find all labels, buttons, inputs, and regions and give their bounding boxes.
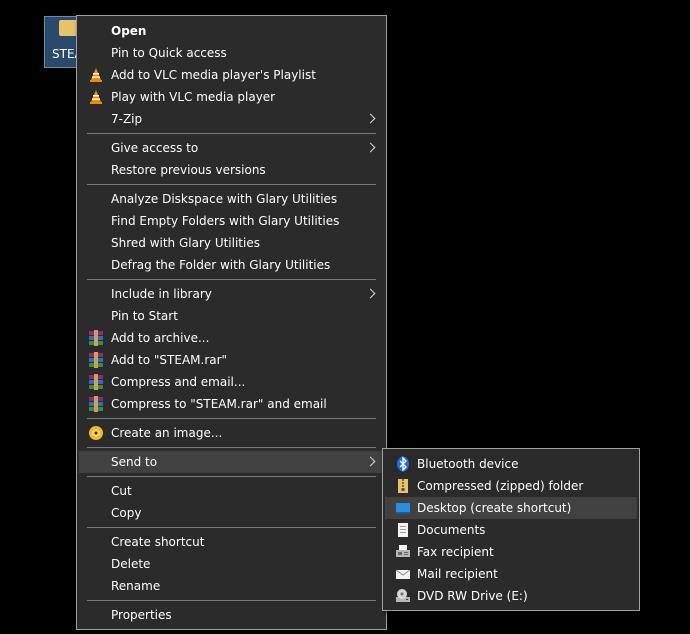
mail-icon: [395, 566, 411, 582]
menu-item-label: Compress and email...: [111, 375, 246, 389]
menu-item-glary-find-empty[interactable]: Find Empty Folders with Glary Utilities: [79, 210, 384, 232]
menu-item-delete[interactable]: Delete: [79, 553, 384, 575]
menu-item-label: Properties: [111, 608, 172, 622]
menu-item-label: Find Empty Folders with Glary Utilities: [111, 214, 340, 228]
chevron-right-icon: [365, 456, 376, 467]
menu-item-add-archive[interactable]: Add to archive...: [79, 327, 384, 349]
submenu-item-label: Mail recipient: [417, 567, 498, 581]
menu-item-label: Create shortcut: [111, 535, 205, 549]
zip-folder-icon: [395, 478, 411, 494]
chevron-right-icon: [365, 142, 376, 153]
submenu-item-label: Bluetooth device: [417, 457, 519, 471]
send-to-desktop[interactable]: Desktop (create shortcut): [385, 497, 637, 519]
menu-separator: [87, 476, 376, 477]
menu-separator: [87, 447, 376, 448]
menu-item-label: Play with VLC media player: [111, 90, 276, 104]
menu-separator: [87, 133, 376, 134]
menu-item-label: Add to archive...: [111, 331, 210, 345]
menu-item-label: Restore previous versions: [111, 163, 266, 177]
menu-item-label: 7-Zip: [111, 112, 143, 126]
menu-item-vlc-playlist[interactable]: Add to VLC media player's Playlist: [79, 64, 384, 86]
menu-separator: [87, 184, 376, 185]
menu-separator: [87, 418, 376, 419]
menu-item-label: Compress to "STEAM.rar" and email: [111, 397, 327, 411]
menu-item-compress-steam-email[interactable]: Compress to "STEAM.rar" and email: [79, 393, 384, 415]
menu-item-label: Add to "STEAM.rar": [111, 353, 228, 367]
winrar-icon: [88, 374, 104, 390]
submenu-item-label: Compressed (zipped) folder: [417, 479, 584, 493]
menu-item-label: Analyze Diskspace with Glary Utilities: [111, 192, 338, 206]
menu-item-rename[interactable]: Rename: [79, 575, 384, 597]
menu-item-label: Pin to Start: [111, 309, 178, 323]
send-to-fax[interactable]: Fax recipient: [385, 541, 637, 563]
menu-item-compress-email[interactable]: Compress and email...: [79, 371, 384, 393]
menu-item-label: Pin to Quick access: [111, 46, 227, 60]
menu-item-pin-start[interactable]: Pin to Start: [79, 305, 384, 327]
menu-item-label: Delete: [111, 557, 151, 571]
send-to-bluetooth[interactable]: Bluetooth device: [385, 453, 637, 475]
vlc-cone-icon: [88, 89, 104, 105]
winrar-icon: [88, 330, 104, 346]
menu-item-properties[interactable]: Properties: [79, 604, 384, 626]
fax-icon: [395, 544, 411, 560]
menu-item-label: Shred with Glary Utilities: [111, 236, 260, 250]
send-to-dvd-drive[interactable]: DVD RW Drive (E:): [385, 585, 637, 607]
menu-item-label: Include in library: [111, 287, 212, 301]
send-to-submenu: Bluetooth device Compressed (zipped) fol…: [382, 448, 640, 611]
menu-item-pin-quick-access[interactable]: Pin to Quick access: [79, 42, 384, 64]
menu-item-label: Copy: [111, 506, 142, 520]
menu-item-label: Open: [111, 24, 147, 38]
vlc-cone-icon: [88, 67, 104, 83]
submenu-item-label: Desktop (create shortcut): [417, 501, 572, 515]
menu-item-open[interactable]: Open: [79, 20, 384, 42]
menu-item-glary-shred[interactable]: Shred with Glary Utilities: [79, 232, 384, 254]
menu-separator: [87, 600, 376, 601]
dvd-drive-icon: [395, 588, 411, 604]
submenu-item-label: Documents: [417, 523, 486, 537]
menu-item-7zip[interactable]: 7-Zip: [79, 108, 384, 130]
winrar-icon: [88, 396, 104, 412]
submenu-item-label: DVD RW Drive (E:): [417, 589, 528, 603]
menu-item-send-to[interactable]: Send to: [79, 451, 384, 473]
menu-item-create-image[interactable]: Create an image...: [79, 422, 384, 444]
submenu-item-label: Fax recipient: [417, 545, 494, 559]
send-to-compressed-folder[interactable]: Compressed (zipped) folder: [385, 475, 637, 497]
context-menu: Open Pin to Quick access Add to VLC medi…: [76, 15, 387, 630]
menu-item-glary-defrag[interactable]: Defrag the Folder with Glary Utilities: [79, 254, 384, 276]
menu-item-add-steam-rar[interactable]: Add to "STEAM.rar": [79, 349, 384, 371]
send-to-mail[interactable]: Mail recipient: [385, 563, 637, 585]
menu-item-label: Add to VLC media player's Playlist: [111, 68, 316, 82]
menu-item-label: Rename: [111, 579, 161, 593]
menu-separator: [87, 527, 376, 528]
menu-item-include-library[interactable]: Include in library: [79, 283, 384, 305]
menu-item-label: Cut: [111, 484, 132, 498]
menu-item-cut[interactable]: Cut: [79, 480, 384, 502]
menu-item-label: Create an image...: [111, 426, 223, 440]
menu-item-restore-versions[interactable]: Restore previous versions: [79, 159, 384, 181]
menu-item-create-shortcut[interactable]: Create shortcut: [79, 531, 384, 553]
menu-item-label: Defrag the Folder with Glary Utilities: [111, 258, 331, 272]
folder-icon: [59, 20, 77, 36]
bluetooth-icon: [395, 456, 411, 472]
menu-separator: [87, 279, 376, 280]
chevron-right-icon: [365, 113, 376, 124]
winrar-icon: [88, 352, 104, 368]
disc-image-icon: [88, 425, 104, 441]
menu-item-label: Send to: [111, 455, 158, 469]
desktop-icon: [395, 500, 411, 516]
menu-item-vlc-play[interactable]: Play with VLC media player: [79, 86, 384, 108]
menu-item-glary-analyze[interactable]: Analyze Diskspace with Glary Utilities: [79, 188, 384, 210]
menu-item-copy[interactable]: Copy: [79, 502, 384, 524]
send-to-documents[interactable]: Documents: [385, 519, 637, 541]
documents-icon: [395, 522, 411, 538]
chevron-right-icon: [365, 288, 376, 299]
menu-item-label: Give access to: [111, 141, 199, 155]
menu-item-give-access[interactable]: Give access to: [79, 137, 384, 159]
